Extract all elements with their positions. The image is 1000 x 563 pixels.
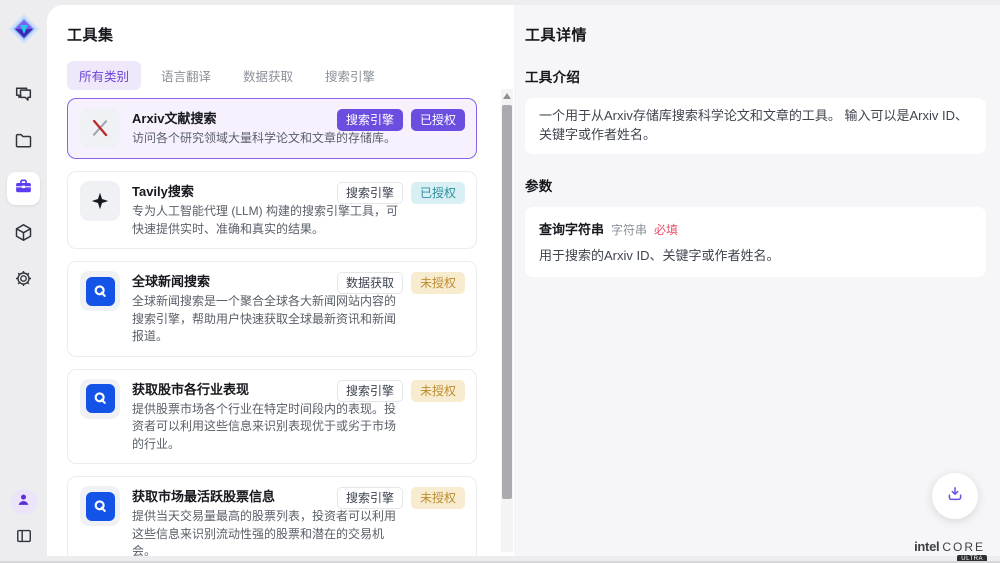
tool-card-description: 专为人工智能代理 (LLM) 构建的搜索引擎工具，可快速提供实时、准确和真实的结… [132,203,400,238]
app-logo-icon [7,12,41,46]
scrollbar-up-arrow-icon[interactable] [503,93,511,99]
user-avatar-icon [15,491,32,513]
tab-language-translation[interactable]: 语言翻译 [149,61,223,90]
params-heading: 参数 [525,175,986,195]
star-icon [80,181,120,221]
toolbox-icon [13,176,34,202]
tool-card-badges: 数据获取 未授权 [337,272,465,294]
parameter-header: 查询字符串 字符串 必填 [539,219,972,238]
tool-category-badge: 数据获取 [337,272,403,294]
chat-icon [13,84,34,110]
tool-card-description: 访问各个研究领域大量科学论文和文章的存储库。 [132,130,400,148]
tool-card-badges: 搜索引擎 已授权 [337,182,465,204]
tool-category-badge: 搜索引擎 [337,109,403,131]
intro-text: 一个用于从Arxiv存储库搜索科学论文和文章的工具。 输入可以是Arxiv ID… [525,98,986,154]
tool-auth-badge: 未授权 [411,380,465,402]
intro-heading: 工具介绍 [525,66,986,86]
scrollbar-thumb[interactable] [502,105,512,499]
tab-search-engine[interactable]: 搜索引擎 [313,61,387,90]
sidebar-item-files[interactable] [7,126,40,159]
tool-card-description: 提供当天交易量最高的股票列表，投资者可以利用这些信息来识别流动性强的股票和潜在的… [132,508,400,556]
core-wordmark: core ultra [942,540,985,554]
tools-panel: 工具集 所有类别 语言翻译 数据获取 搜索引擎 Arxiv文献搜索 访问各个研究… [47,5,514,556]
sidebar-item-settings[interactable] [7,264,40,297]
tool-auth-badge: 已授权 [411,109,465,131]
tool-auth-badge: 未授权 [411,487,465,509]
parameter-description: 用于搜索的Arxiv ID、关键字或作者姓名。 [539,245,972,264]
tool-detail-panel: 工具详情 工具介绍 一个用于从Arxiv存储库搜索科学论文和文章的工具。 输入可… [514,5,1000,556]
panel-toggle-icon [14,533,34,550]
tool-card[interactable]: 获取股市各行业表现 提供股票市场各个行业在特定时间段内的表现。投资者可以利用这些… [67,369,477,465]
blue-q-icon [80,271,120,311]
app-window: 工具集 所有类别 语言翻译 数据获取 搜索引擎 Arxiv文献搜索 访问各个研究… [0,0,1000,563]
tool-card[interactable]: 全球新闻搜索 全球新闻搜索是一个聚合全球各大新闻网站内容的搜索引擎，帮助用户快速… [67,261,477,357]
detail-panel-title: 工具详情 [525,24,986,45]
tool-card-description: 全球新闻搜索是一个聚合全球各大新闻网站内容的搜索引擎，帮助用户快速获取全球最新资… [132,293,400,346]
user-avatar[interactable] [11,489,37,515]
sidebar-bottom [0,489,47,551]
arxiv-icon [80,108,120,148]
tool-card[interactable]: Tavily搜索 专为人工智能代理 (LLM) 构建的搜索引擎工具，可快速提供实… [67,171,477,249]
settings-icon [13,268,34,294]
tool-auth-badge: 已授权 [411,182,465,204]
tool-auth-badge: 未授权 [411,272,465,294]
tool-category-badge: 搜索引擎 [337,487,403,509]
parameter-item: 查询字符串 字符串 必填 用于搜索的Arxiv ID、关键字或作者姓名。 [525,207,986,277]
intel-core-logo: intel core ultra [914,539,985,554]
parameter-type: 字符串 [611,221,647,238]
tool-card-badges: 搜索引擎 未授权 [337,487,465,509]
ultra-badge: ultra [957,555,987,563]
tools-panel-title: 工具集 [67,24,514,45]
sidebar-item-packages[interactable] [7,218,40,251]
tool-card-list: Arxiv文献搜索 访问各个研究领域大量科学论文和文章的存储库。 搜索引擎 已授… [67,98,477,556]
category-tabs: 所有类别 语言翻译 数据获取 搜索引擎 [67,61,514,90]
tool-category-badge: 搜索引擎 [337,380,403,402]
panel-toggle-button[interactable] [14,526,34,551]
main-area: 工具集 所有类别 语言翻译 数据获取 搜索引擎 Arxiv文献搜索 访问各个研究… [47,5,1000,556]
tool-card-description: 提供股票市场各个行业在特定时间段内的表现。投资者可以利用这些信息来识别表现优于或… [132,401,400,454]
download-button[interactable] [932,473,978,519]
blue-q-icon [80,486,120,526]
package-icon [13,222,34,248]
download-icon [945,484,965,509]
tool-card-badges: 搜索引擎 已授权 [337,109,465,131]
tool-category-badge: 搜索引擎 [337,182,403,204]
intel-wordmark: intel [914,539,939,554]
sidebar-item-tools[interactable] [7,172,40,205]
sidebar-nav [7,80,40,297]
parameter-required-badge: 必填 [654,221,678,238]
folder-icon [13,130,34,156]
blue-q-icon [80,379,120,419]
sidebar [0,0,47,563]
tab-data-fetching[interactable]: 数据获取 [231,61,305,90]
sidebar-item-chat[interactable] [7,80,40,113]
tool-card[interactable]: Arxiv文献搜索 访问各个研究领域大量科学论文和文章的存储库。 搜索引擎 已授… [67,98,477,159]
tool-card[interactable]: 获取市场最活跃股票信息 提供当天交易量最高的股票列表，投资者可以利用这些信息来识… [67,476,477,556]
tab-all-categories[interactable]: 所有类别 [67,61,141,90]
parameter-name: 查询字符串 [539,219,604,238]
list-scrollbar[interactable] [501,89,513,552]
tool-card-badges: 搜索引擎 未授权 [337,380,465,402]
